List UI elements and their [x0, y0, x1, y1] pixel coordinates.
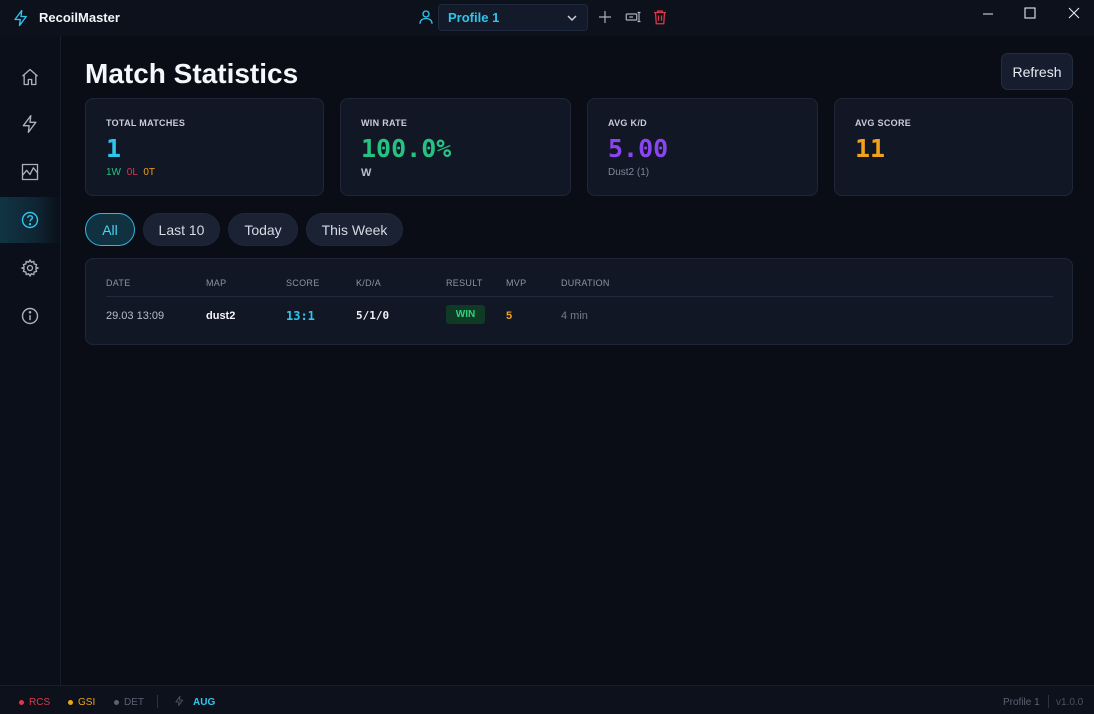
nav-home[interactable] [0, 54, 60, 100]
chevron-down-icon [567, 15, 577, 22]
close-button[interactable] [1060, 4, 1088, 24]
nav-about[interactable] [0, 293, 60, 339]
profile-select-value: Profile 1 [448, 10, 500, 25]
record-ties: 0T [143, 167, 155, 178]
column-header-result: RESULT [446, 278, 483, 288]
column-header-duration: DURATION [561, 278, 610, 288]
delete-profile-icon[interactable] [651, 8, 669, 26]
status-profile: Profile 1 [1003, 697, 1040, 708]
stat-card-win-rate: WIN RATE 100.0% W [340, 98, 571, 196]
stat-label: AVG SCORE [855, 118, 912, 128]
stat-value: 1 [106, 134, 122, 163]
nav-settings[interactable] [0, 245, 60, 291]
stat-card-total-matches: TOTAL MATCHES 1 1W 0L 0T [85, 98, 324, 196]
active-weapon: AUG [193, 697, 216, 708]
column-header-mvp: MVP [506, 278, 527, 288]
stat-label: WIN RATE [361, 118, 408, 128]
det-status: DET [124, 697, 144, 708]
filter-today[interactable]: Today [228, 213, 298, 246]
stat-card-avg-kd: AVG K/D 5.00 Dust2 (1) [587, 98, 818, 196]
column-header-date: DATE [106, 278, 131, 288]
status-divider [1048, 695, 1049, 708]
stat-value: 100.0% [361, 134, 452, 163]
result-badge: WIN [446, 305, 485, 324]
column-header-score: SCORE [286, 278, 320, 288]
stat-sub: Dust2 (1) [608, 167, 650, 178]
status-bar: RCS GSI DET AUG Profile 1 v1.0.0 [0, 685, 1094, 714]
stat-value: 5.00 [608, 134, 669, 163]
stat-label: TOTAL MATCHES [106, 118, 186, 128]
nav-recoil[interactable] [0, 101, 60, 147]
nav-statistics[interactable] [0, 197, 60, 243]
det-status-dot [114, 700, 119, 705]
stat-sub: W [361, 167, 372, 179]
filter-last-10[interactable]: Last 10 [143, 213, 220, 246]
page-title: Match Statistics [85, 58, 299, 89]
bolt-icon [175, 695, 184, 707]
title-bar: RecoilMaster Profile 1 [0, 0, 1094, 36]
info-icon [21, 307, 39, 325]
stat-value: 11 [855, 134, 886, 163]
refresh-button[interactable]: Refresh [1001, 53, 1073, 90]
app-version: v1.0.0 [1056, 697, 1084, 708]
user-icon [419, 10, 433, 24]
rename-profile-icon[interactable] [624, 8, 642, 26]
header-divider [106, 296, 1053, 297]
column-header-map: MAP [206, 278, 227, 288]
bolt-icon [22, 115, 37, 133]
rcs-status: RCS [29, 697, 51, 708]
gsi-status: GSI [78, 697, 96, 708]
filter-all[interactable]: All [85, 213, 135, 246]
minimize-button[interactable] [974, 4, 1002, 24]
profile-select[interactable]: Profile 1 [438, 4, 588, 31]
bolt-logo-icon [14, 9, 27, 27]
help-circle-icon [21, 211, 39, 229]
sidebar [0, 36, 61, 685]
cell-kda: 5/1/0 [356, 309, 390, 322]
gsi-status-dot [68, 700, 73, 705]
cell-map: dust2 [206, 310, 236, 322]
cell-mvp: 5 [506, 310, 513, 322]
stat-label: AVG K/D [608, 118, 647, 128]
cell-score: 13:1 [286, 309, 315, 323]
maximize-button[interactable] [1016, 4, 1044, 24]
stat-card-avg-score: AVG SCORE 11 [834, 98, 1073, 196]
cell-duration: 4 min [561, 310, 588, 322]
app-title: RecoilMaster [39, 10, 120, 25]
add-profile-icon[interactable] [596, 8, 614, 26]
filter-this-week[interactable]: This Week [306, 213, 403, 246]
record-wins: 1W [106, 167, 121, 178]
rcs-status-dot [19, 700, 24, 705]
match-table: DATE MAP SCORE K/D/A RESULT MVP DURATION… [85, 258, 1073, 345]
gear-icon [20, 258, 40, 278]
column-header-kda: K/D/A [356, 278, 382, 288]
chart-icon [21, 163, 39, 181]
win-loss-record: 1W 0L 0T [106, 167, 155, 178]
home-icon [22, 68, 38, 86]
nav-analytics[interactable] [0, 149, 60, 195]
status-divider [157, 695, 158, 708]
cell-date: 29.03 13:09 [106, 310, 165, 322]
record-losses: 0L [126, 167, 138, 178]
